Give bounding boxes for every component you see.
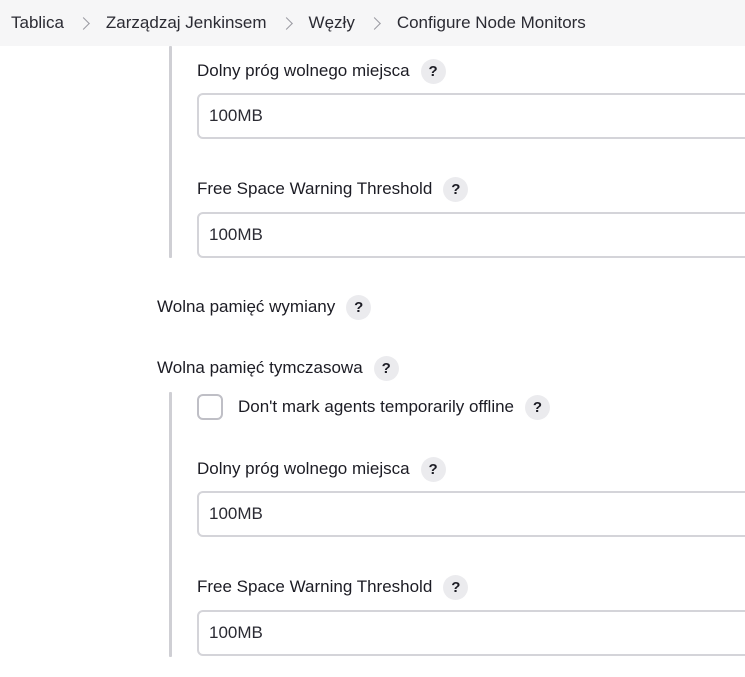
help-icon[interactable]: ? <box>420 58 446 84</box>
breadcrumb-item-nodes[interactable]: Węzły <box>309 13 355 33</box>
chevron-right-icon <box>279 16 293 30</box>
temp-section-title: Wolna pamięć tymczasowa ? <box>157 355 399 381</box>
section-divider <box>169 46 172 258</box>
threshold-label: Dolny próg wolnego miejsca ? <box>197 58 446 84</box>
help-icon[interactable]: ? <box>420 456 446 482</box>
help-icon[interactable]: ? <box>373 355 399 381</box>
chevron-right-icon <box>77 16 90 30</box>
breadcrumb-item-manage-jenkins[interactable]: Zarządzaj Jenkinsem <box>106 13 267 33</box>
temp-threshold-label: Dolny próg wolnego miejsca ? <box>197 456 446 482</box>
dont-mark-offline-label-text[interactable]: Don't mark agents temporarily offline <box>238 397 514 417</box>
warning-threshold-label: Free Space Warning Threshold ? <box>197 176 469 202</box>
dont-mark-offline-label: Don't mark agents temporarily offline ? <box>238 394 551 420</box>
temp-threshold-input[interactable] <box>197 491 745 537</box>
chevron-right-icon <box>367 16 381 30</box>
help-icon[interactable]: ? <box>443 574 469 600</box>
help-icon[interactable]: ? <box>346 294 372 320</box>
temp-warning-threshold-label: Free Space Warning Threshold ? <box>197 574 469 600</box>
temp-section-title-text: Wolna pamięć tymczasowa <box>157 358 363 377</box>
breadcrumb: Tablica Zarządzaj Jenkinsem Węzły Config… <box>0 0 745 46</box>
breadcrumb-item-configure-node-monitors[interactable]: Configure Node Monitors <box>397 13 586 33</box>
temp-warning-threshold-label-text: Free Space Warning Threshold <box>197 577 433 596</box>
temp-warning-threshold-input[interactable] <box>197 610 745 656</box>
warning-threshold-label-text: Free Space Warning Threshold <box>197 179 433 198</box>
section-divider <box>169 392 172 657</box>
warning-threshold-input[interactable] <box>197 212 745 258</box>
breadcrumb-item-dashboard[interactable]: Tablica <box>11 13 64 33</box>
help-icon[interactable]: ? <box>443 176 469 202</box>
dont-mark-offline-checkbox[interactable] <box>197 394 223 420</box>
threshold-input[interactable] <box>197 93 745 139</box>
temp-threshold-label-text: Dolny próg wolnego miejsca <box>197 459 410 478</box>
swap-section-title-text: Wolna pamięć wymiany <box>157 297 336 316</box>
swap-section-title: Wolna pamięć wymiany ? <box>157 294 372 320</box>
threshold-label-text: Dolny próg wolnego miejsca <box>197 61 410 80</box>
help-icon[interactable]: ? <box>525 394 551 420</box>
